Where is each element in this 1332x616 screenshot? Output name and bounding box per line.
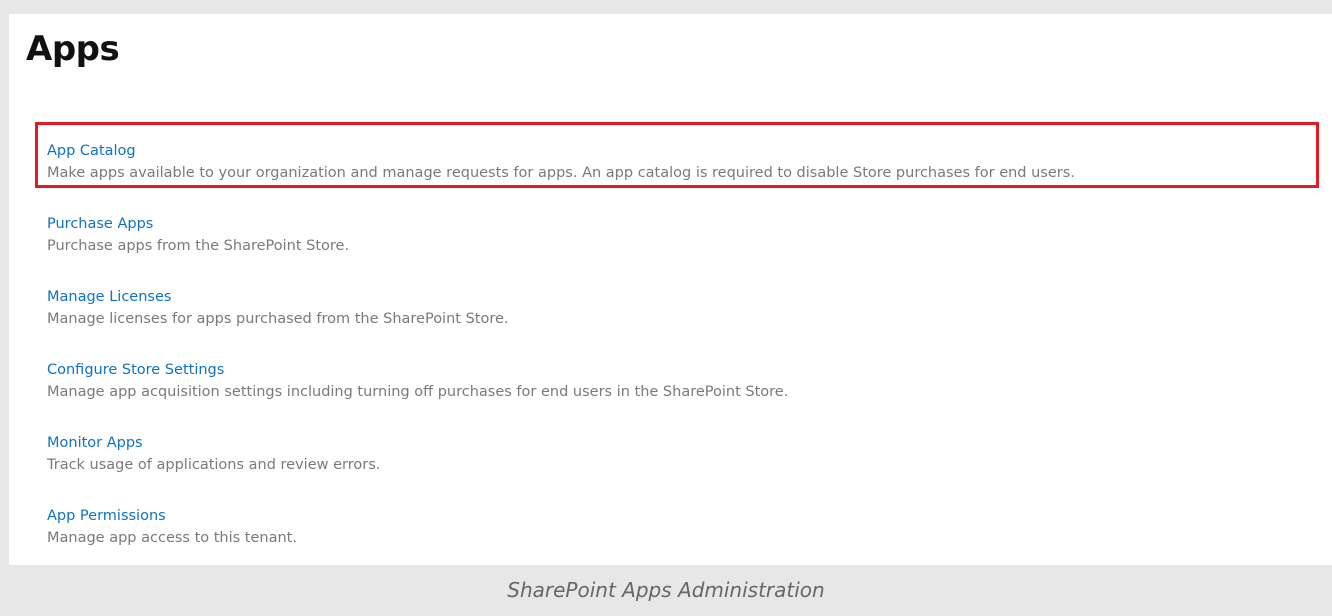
list-item-purchase-apps: Purchase Apps Purchase apps from the Sha… [47, 213, 1075, 286]
monitor-apps-description: Track usage of applications and review e… [47, 457, 381, 473]
app-catalog-link[interactable]: App Catalog [47, 140, 1075, 162]
page-title: Apps [26, 29, 120, 69]
monitor-apps-link[interactable]: Monitor Apps [47, 432, 1075, 454]
list-item-monitor-apps: Monitor Apps Track usage of applications… [47, 432, 1075, 505]
list-item-manage-licenses: Manage Licenses Manage licenses for apps… [47, 286, 1075, 359]
manage-licenses-link[interactable]: Manage Licenses [47, 286, 1075, 308]
app-permissions-description: Manage app access to this tenant. [47, 530, 297, 546]
purchase-apps-link[interactable]: Purchase Apps [47, 213, 1075, 235]
manage-licenses-description: Manage licenses for apps purchased from … [47, 311, 509, 327]
list-item-configure-store-settings: Configure Store Settings Manage app acqu… [47, 359, 1075, 432]
apps-list: App Catalog Make apps available to your … [47, 140, 1075, 578]
app-permissions-link[interactable]: App Permissions [47, 505, 1075, 527]
apps-admin-page: Apps App Catalog Make apps available to … [9, 14, 1332, 565]
purchase-apps-description: Purchase apps from the SharePoint Store. [47, 238, 350, 254]
app-catalog-description: Make apps available to your organization… [47, 165, 1075, 181]
configure-store-settings-description: Manage app acquisition settings includin… [47, 384, 789, 400]
figure-caption: SharePoint Apps Administration [507, 578, 825, 602]
list-item-app-catalog: App Catalog Make apps available to your … [47, 140, 1075, 213]
configure-store-settings-link[interactable]: Configure Store Settings [47, 359, 1075, 381]
